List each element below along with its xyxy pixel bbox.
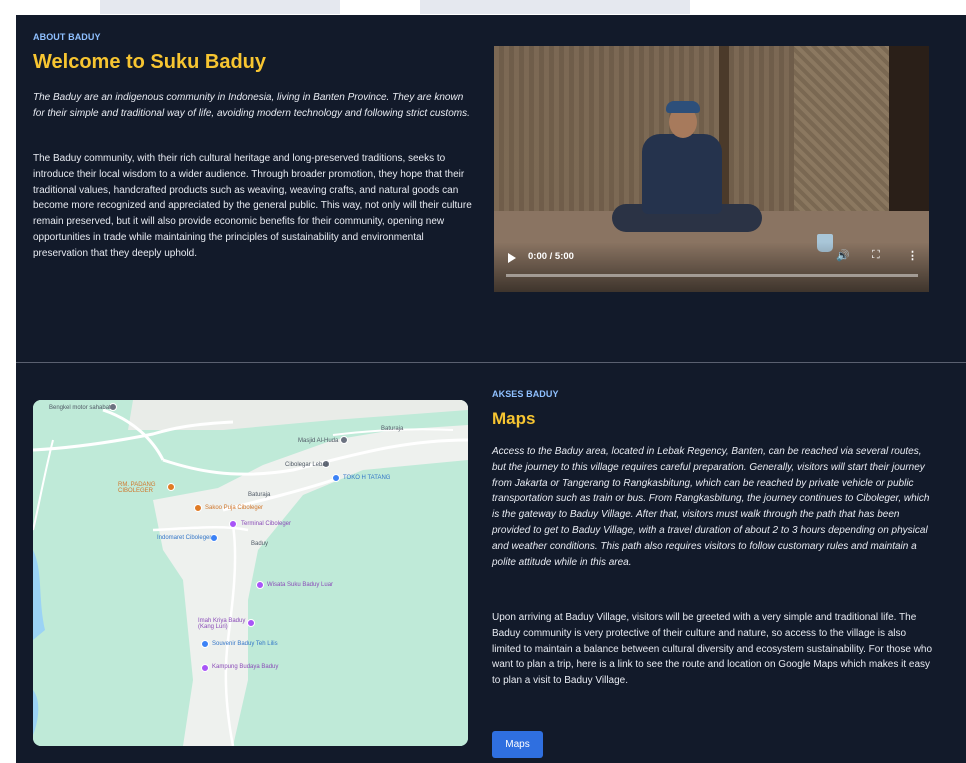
map-label: Cibolegar Lebak [285, 462, 329, 468]
about-intro: The Baduy are an indigenous community in… [33, 92, 470, 119]
video-controls [494, 242, 929, 292]
about-title: Welcome to Suku Baduy [33, 51, 267, 73]
map-pin[interactable] [167, 483, 175, 491]
section-divider [16, 362, 966, 363]
access-body: Upon arriving at Baduy Village, visitors… [492, 612, 933, 687]
more-options-icon[interactable]: ⋮ [907, 249, 918, 262]
map-label: Terminal Ciboleger [241, 521, 292, 527]
map-label: Masjid Al-Huda [298, 438, 339, 444]
map-pin[interactable] [194, 504, 202, 512]
map-pin[interactable] [201, 640, 209, 648]
map-pin[interactable] [247, 619, 255, 627]
map-label: TOKO H TATANG [343, 475, 391, 481]
map-label: RM. PADANG CIBOLEGER [118, 482, 156, 494]
page-content: ABOUT BADUY Welcome to Suku Baduy The Ba… [16, 15, 966, 763]
map-view[interactable]: Bengkel motor sahabat Masjid Al-Huda Cib… [33, 400, 468, 746]
map-pin[interactable] [340, 436, 348, 444]
top-strip [0, 0, 966, 15]
video-player[interactable]: 0:00 / 5:00 🔊 ⛶ ⋮ [494, 46, 929, 292]
map-graphic [33, 400, 468, 746]
about-eyebrow: ABOUT BADUY [33, 32, 101, 42]
map-pin[interactable] [256, 581, 264, 589]
map-label: Sakoo Puja Ciboleger [205, 505, 264, 511]
map-pin[interactable] [332, 474, 340, 482]
road-label: Baturaja [381, 426, 404, 432]
map-label: Souvenir Baduy Teh Lilis [212, 641, 278, 647]
top-strip-block [420, 0, 690, 14]
map-label: Wisata Suku Baduy Luar [267, 582, 334, 588]
map-pin[interactable] [201, 664, 209, 672]
road-label: Baturaja [248, 492, 271, 498]
map-label: Kampung Budaya Baduy [212, 664, 279, 670]
maps-button[interactable]: Maps [492, 731, 543, 758]
access-intro: Access to the Baduy area, located in Leb… [492, 446, 930, 568]
about-body: The Baduy community, with their rich cul… [33, 153, 472, 259]
fullscreen-icon[interactable]: ⛶ [872, 249, 880, 262]
video-progress-bar[interactable] [506, 274, 918, 277]
access-eyebrow: AKSES BADUY [492, 389, 559, 399]
map-label: Bengkel motor sahabat [49, 405, 111, 411]
map-label: Indomaret Ciboleger [157, 535, 212, 541]
map-pin[interactable] [229, 520, 237, 528]
volume-icon[interactable]: 🔊 [836, 249, 850, 262]
video-time: 0:00 / 5:00 [528, 251, 574, 262]
road-label: Baduy [251, 541, 269, 547]
map-label: Imah Kriya Baduy (Kang Luri) [198, 618, 246, 630]
play-icon[interactable] [508, 253, 516, 263]
top-strip-block [100, 0, 340, 14]
access-title: Maps [492, 409, 536, 428]
